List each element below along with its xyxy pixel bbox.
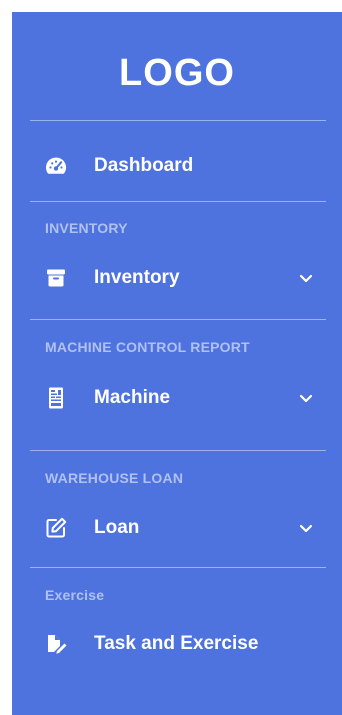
- section-heading-exercise: Exercise: [45, 587, 105, 603]
- task-icon: [44, 632, 68, 656]
- divider: [30, 319, 326, 320]
- tachometer-icon: [44, 154, 68, 178]
- divider: [30, 450, 326, 451]
- divider: [30, 120, 326, 121]
- divider: [30, 201, 326, 202]
- edit-icon: [44, 516, 68, 540]
- chevron-down-icon: [298, 390, 314, 406]
- chevron-down-icon: [298, 520, 314, 536]
- section-heading-warehouse-loan: WAREHOUSE LOAN: [45, 470, 184, 486]
- nav-item-label: Task and Exercise: [94, 633, 259, 654]
- nav-item-label: Loan: [94, 517, 140, 538]
- nav-item-dashboard[interactable]: Dashboard: [30, 142, 326, 190]
- chevron-down-icon: [298, 270, 314, 286]
- nav-item-label: Dashboard: [94, 155, 194, 176]
- nav-item-label: Inventory: [94, 267, 180, 288]
- nav-item-inventory[interactable]: Inventory: [30, 254, 326, 302]
- nav-item-loan[interactable]: Loan: [30, 504, 326, 552]
- archive-box-icon: [44, 266, 68, 290]
- nav-item-label: Machine: [94, 387, 171, 408]
- section-heading-inventory: INVENTORY: [45, 220, 128, 236]
- divider: [30, 567, 326, 568]
- machine-icon: [44, 386, 68, 410]
- nav-item-task-and-exercise[interactable]: Task and Exercise: [30, 620, 326, 668]
- section-heading-machine-control-report: MACHINE CONTROL REPORT: [45, 339, 250, 355]
- sidebar: LOGO Dashboard INVENTORY Inventory MACHI…: [12, 12, 342, 715]
- nav-item-machine[interactable]: Machine: [30, 374, 326, 422]
- logo: LOGO: [119, 52, 235, 94]
